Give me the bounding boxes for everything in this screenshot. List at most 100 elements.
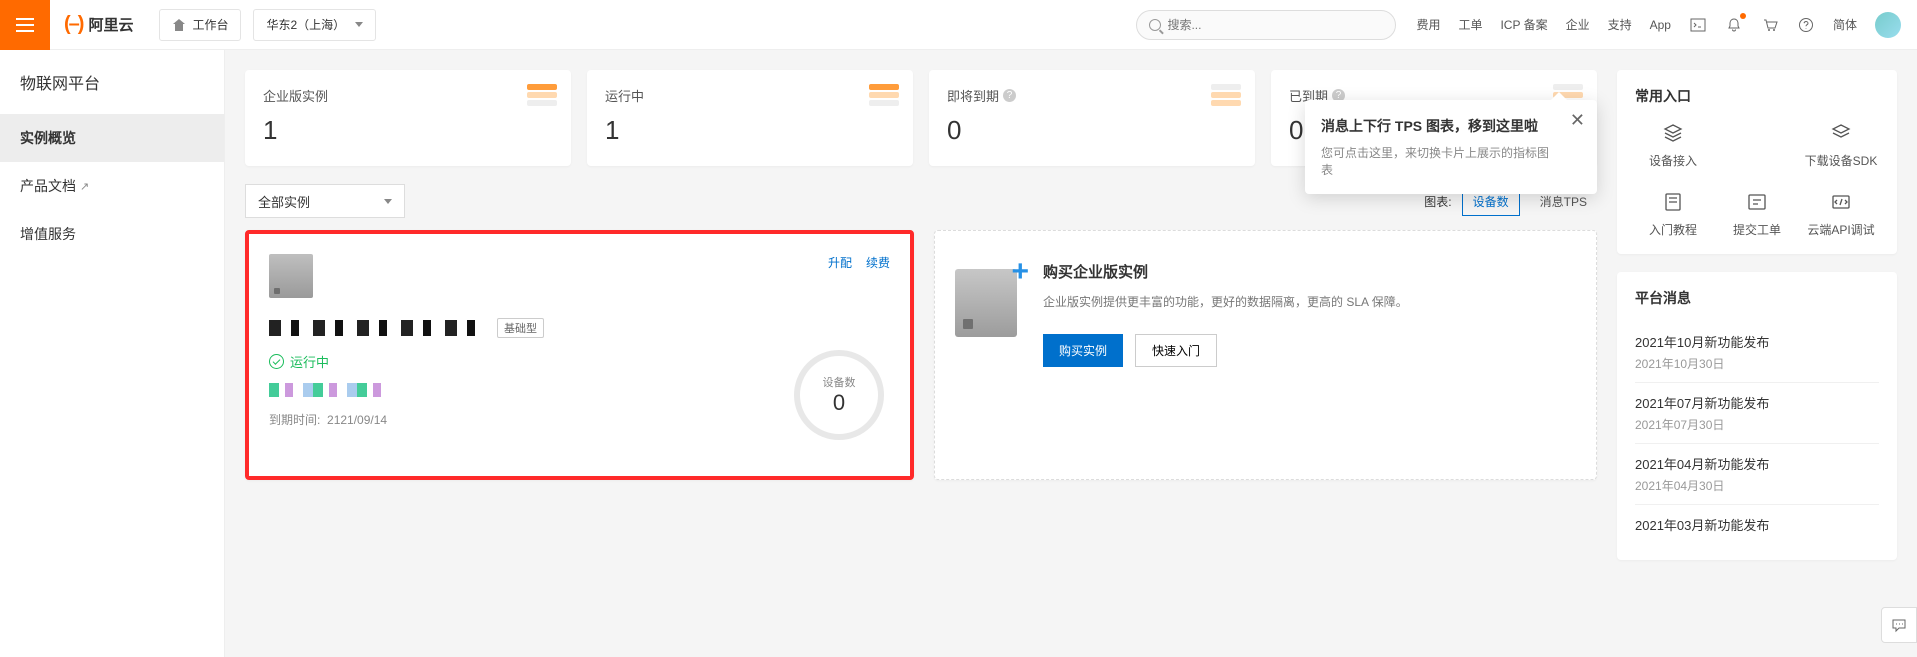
lang-switch[interactable]: 简体 bbox=[1833, 16, 1857, 33]
top-links: 费用 工单 ICP 备案 企业 支持 App 简体 bbox=[1416, 12, 1917, 38]
brand-logo-icon: (–) bbox=[64, 13, 82, 36]
stack-icon bbox=[1211, 84, 1241, 110]
stat-value: 1 bbox=[263, 115, 553, 146]
bell-icon[interactable] bbox=[1725, 16, 1743, 34]
status-row: 运行中 bbox=[269, 352, 890, 371]
brand-text: 阿里云 bbox=[88, 14, 133, 35]
top-link-support[interactable]: 支持 bbox=[1608, 16, 1632, 33]
quick-item-access[interactable]: 设备接入 bbox=[1635, 120, 1711, 169]
news-item[interactable]: 2021年10月新功能发布 2021年10月30日 bbox=[1635, 322, 1879, 383]
stat-value: 0 bbox=[947, 115, 1237, 146]
news-item[interactable]: 2021年03月新功能发布 bbox=[1635, 505, 1879, 544]
quick-item-ticket[interactable]: 提交工单 bbox=[1719, 189, 1795, 238]
news-item[interactable]: 2021年04月新功能发布 2021年04月30日 bbox=[1635, 444, 1879, 505]
news-item-title: 2021年07月新功能发布 bbox=[1635, 393, 1879, 412]
stat-label: 运行中 bbox=[605, 86, 644, 105]
region-select[interactable]: 华东2（上海） bbox=[253, 9, 376, 41]
chevron-down-icon bbox=[384, 199, 392, 204]
search-field[interactable] bbox=[1167, 18, 1383, 32]
region-label: 华东2（上海） bbox=[266, 16, 345, 33]
close-icon[interactable]: ✕ bbox=[1570, 110, 1585, 131]
dropdown-label: 全部实例 bbox=[258, 192, 310, 211]
stat-card-enterprise[interactable]: 企业版实例 1 bbox=[245, 70, 571, 166]
upgrade-link[interactable]: 升配 bbox=[828, 254, 852, 271]
buy-instance-button[interactable]: 购买实例 bbox=[1043, 334, 1123, 367]
quick-item-sdk[interactable]: 下载设备SDK bbox=[1803, 120, 1879, 169]
top-link-enterprise[interactable]: 企业 bbox=[1566, 16, 1590, 33]
search-input[interactable] bbox=[1136, 10, 1396, 40]
news-item-date: 2021年07月30日 bbox=[1635, 416, 1879, 433]
renew-link[interactable]: 续费 bbox=[866, 254, 890, 271]
instance-tag: 基础型 bbox=[497, 318, 544, 338]
quickstart-button[interactable]: 快速入门 bbox=[1135, 334, 1217, 367]
ring-label: 设备数 bbox=[823, 374, 856, 390]
quick-item-label: 设备接入 bbox=[1649, 152, 1697, 169]
workspace-button[interactable]: 工作台 bbox=[159, 9, 241, 41]
news-item-title: 2021年10月新功能发布 bbox=[1635, 332, 1879, 351]
news-item[interactable]: 2021年07月新功能发布 2021年07月30日 bbox=[1635, 383, 1879, 444]
stat-card-expiring[interactable]: 即将到期? 0 bbox=[929, 70, 1255, 166]
top-link-icp[interactable]: ICP 备案 bbox=[1500, 16, 1547, 33]
sidebar-item-label: 实例概览 bbox=[20, 128, 76, 148]
stat-card-running[interactable]: 运行中 1 bbox=[587, 70, 913, 166]
instance-id-redacted bbox=[269, 383, 389, 397]
quick-links-title: 常用入口 bbox=[1635, 86, 1879, 106]
news-item-date: 2021年04月30日 bbox=[1635, 477, 1879, 494]
avatar[interactable] bbox=[1875, 12, 1901, 38]
quick-item-tutorial[interactable]: 入门教程 bbox=[1635, 189, 1711, 238]
top-link-app[interactable]: App bbox=[1650, 18, 1671, 32]
status-text: 运行中 bbox=[290, 352, 329, 371]
quick-item-api[interactable]: 云端API调试 bbox=[1803, 189, 1879, 238]
layers-icon bbox=[1660, 120, 1686, 146]
chart-toggle-label: 图表: bbox=[1424, 193, 1451, 210]
content: 企业版实例 1 运行中 1 即将到期? 0 已到期? 0 bbox=[225, 50, 1917, 657]
server-icon bbox=[955, 269, 1017, 337]
news-item-date: 2021年10月30日 bbox=[1635, 355, 1879, 372]
terminal-icon[interactable] bbox=[1689, 16, 1707, 34]
device-count-ring: 设备数 0 bbox=[794, 350, 884, 440]
sidebar-item-overview[interactable]: 实例概览 bbox=[0, 114, 224, 162]
news-item-title: 2021年04月新功能发布 bbox=[1635, 454, 1879, 473]
sidebar-item-vas[interactable]: 增值服务 bbox=[0, 210, 224, 258]
stat-value: 1 bbox=[605, 115, 895, 146]
news-panel: 平台消息 2021年10月新功能发布 2021年10月30日 2021年07月新功… bbox=[1617, 272, 1897, 560]
top-link-fee[interactable]: 费用 bbox=[1416, 16, 1440, 33]
top-bar: (–) 阿里云 工作台 华东2（上海） 费用 工单 ICP 备案 企业 支持 A… bbox=[0, 0, 1917, 50]
stat-label: 即将到期 bbox=[947, 86, 999, 105]
expire-label: 到期时间: bbox=[269, 413, 320, 427]
hamburger-menu[interactable] bbox=[0, 0, 50, 50]
cart-icon[interactable] bbox=[1761, 16, 1779, 34]
purchase-desc: 企业版实例提供更丰富的功能，更好的数据隔离，更高的 SLA 保障。 bbox=[1043, 292, 1408, 312]
quick-item-label: 云端API调试 bbox=[1807, 221, 1874, 238]
stack-icon bbox=[869, 84, 899, 110]
news-title: 平台消息 bbox=[1635, 288, 1879, 308]
stats-row: 企业版实例 1 运行中 1 即将到期? 0 已到期? 0 bbox=[245, 70, 1597, 166]
help-icon[interactable] bbox=[1797, 16, 1815, 34]
chevron-down-icon bbox=[355, 22, 363, 27]
expire-value: 2121/09/14 bbox=[327, 413, 387, 427]
cards-row: 升配 续费 基础型 运行中 到期时间: 2 bbox=[245, 230, 1597, 480]
help-dot-icon[interactable]: ? bbox=[1003, 89, 1016, 102]
top-link-ticket[interactable]: 工单 bbox=[1458, 16, 1482, 33]
workspace-label: 工作台 bbox=[192, 16, 228, 33]
purchase-card: + 购买企业版实例 企业版实例提供更丰富的功能，更好的数据隔离，更高的 SLA … bbox=[934, 230, 1597, 480]
ring-value: 0 bbox=[833, 390, 845, 416]
instance-card[interactable]: 升配 续费 基础型 运行中 到期时间: 2 bbox=[245, 230, 914, 480]
sidebar-item-docs[interactable]: 产品文档 ↗ bbox=[0, 162, 224, 210]
brand[interactable]: (–) 阿里云 bbox=[50, 13, 147, 36]
expire-row: 到期时间: 2121/09/14 bbox=[269, 411, 890, 428]
sidebar-title: 物联网平台 bbox=[0, 70, 224, 114]
plus-icon: + bbox=[1011, 257, 1029, 287]
instance-filter-dropdown[interactable]: 全部实例 bbox=[245, 184, 405, 218]
search-wrap bbox=[1136, 10, 1396, 40]
chat-fab[interactable] bbox=[1881, 607, 1917, 643]
quick-item-label: 提交工单 bbox=[1733, 221, 1781, 238]
api-icon bbox=[1828, 189, 1854, 215]
book-icon bbox=[1660, 189, 1686, 215]
quick-links-panel: 常用入口 设备接入 下载设备SDK 入门教程 提交工单 云端API调试 bbox=[1617, 70, 1897, 254]
sidebar-item-label: 产品文档 bbox=[20, 176, 76, 196]
layers-icon bbox=[1828, 120, 1854, 146]
quick-item-label: 下载设备SDK bbox=[1805, 152, 1878, 169]
external-link-icon: ↗ bbox=[80, 180, 89, 193]
tps-popover: ✕ 消息上下行 TPS 图表，移到这里啦 您可点击这里，来切换卡片上展示的指标图… bbox=[1305, 100, 1597, 194]
